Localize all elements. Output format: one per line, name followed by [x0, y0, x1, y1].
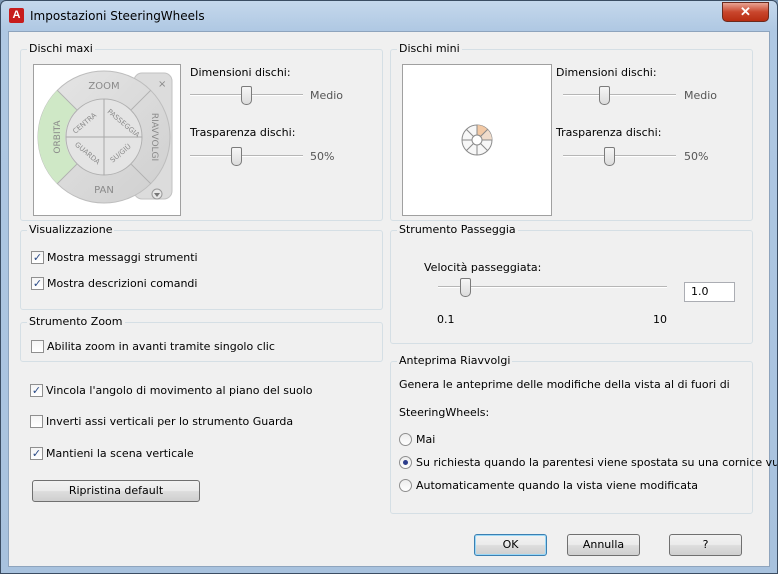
rewind-description-line2: SteeringWheels:: [399, 406, 490, 419]
show-tooltips-label: Mostra descrizioni comandi: [47, 277, 198, 290]
invert-look-checkbox[interactable]: [30, 415, 43, 428]
mini-wheels-label: Dischi mini: [397, 42, 462, 55]
mini-opacity-track[interactable]: [563, 155, 676, 157]
mini-opacity-value: 50%: [684, 150, 709, 163]
walk-speed-track[interactable]: [438, 286, 667, 288]
rewind-preview-label: Anteprima Riavvolgi: [397, 354, 513, 367]
walk-tool-label: Strumento Passeggia: [397, 223, 518, 236]
help-button[interactable]: ?: [669, 534, 742, 556]
close-button[interactable]: ✕: [722, 2, 769, 22]
mini-wheel-preview: [402, 64, 552, 216]
big-opacity-value: 50%: [310, 150, 335, 163]
mini-opacity-label: Trasparenza dischi:: [556, 126, 662, 139]
rewind-never-radio[interactable]: [399, 433, 412, 446]
rewind-on-demand-label: Su richiesta quando la parentesi viene s…: [416, 456, 778, 469]
wheel-zoom-label: ZOOM: [88, 81, 119, 92]
full-navigation-wheel-icon: ZOOM PAN ORBITA RIAVVOLGI CENTRA PASSEGG…: [37, 70, 173, 204]
big-size-slider-thumb[interactable]: [241, 86, 252, 105]
big-size-value: Medio: [310, 89, 344, 102]
wheel-close-icon: ×: [158, 79, 166, 90]
show-tool-messages-label: Mostra messaggi strumenti: [47, 251, 198, 264]
title-bar[interactable]: A Impostazioni SteeringWheels ✕: [1, 1, 777, 31]
keep-upright-checkbox[interactable]: ✓: [30, 447, 43, 460]
show-tooltips-checkbox[interactable]: ✓: [31, 277, 44, 290]
restore-defaults-button[interactable]: Ripristina default: [32, 480, 200, 502]
walk-tool-group: Strumento Passeggia Velocità passeggiata…: [390, 223, 753, 344]
dialog-window: A Impostazioni SteeringWheels ✕ Dischi m…: [0, 0, 778, 574]
invert-look-label: Inverti assi verticali per lo strumento …: [46, 415, 294, 428]
big-wheel-preview: ZOOM PAN ORBITA RIAVVOLGI CENTRA PASSEGG…: [33, 64, 181, 216]
zoom-tool-label: Strumento Zoom: [27, 315, 125, 328]
rewind-description-line1: Genera le anteprime delle modifiche dell…: [399, 378, 730, 391]
single-click-zoom-checkbox[interactable]: [31, 340, 44, 353]
mini-opacity-slider-thumb[interactable]: [603, 147, 615, 166]
autocad-icon: A: [9, 8, 24, 23]
constrain-orbit-checkbox[interactable]: ✓: [30, 384, 43, 397]
big-opacity-slider-thumb[interactable]: [230, 147, 242, 166]
wheel-rewind-label: RIAVVOLGI: [149, 113, 159, 161]
rewind-preview-group: Anteprima Riavvolgi Genera le anteprime …: [390, 354, 777, 514]
rewind-on-demand-radio[interactable]: [399, 456, 412, 469]
big-opacity-label: Trasparenza dischi:: [190, 126, 296, 139]
big-wheels-label: Dischi maxi: [27, 42, 95, 55]
rewind-automatic-radio[interactable]: [399, 479, 412, 492]
window-title: Impostazioni SteeringWheels: [30, 9, 205, 23]
walk-speed-max-label: 10: [653, 313, 667, 326]
mini-size-label: Dimensioni dischi:: [556, 66, 657, 79]
keep-upright-label: Mantieni la scena verticale: [46, 447, 194, 460]
wheel-orbit-label: ORBITA: [53, 120, 63, 154]
walk-speed-min-label: 0.1: [437, 313, 455, 326]
walk-speed-label: Velocità passeggiata:: [424, 261, 542, 274]
mini-size-value: Medio: [684, 89, 718, 102]
zoom-tool-group: Strumento Zoom Abilita zoom in avanti tr…: [20, 315, 383, 362]
show-tool-messages-checkbox[interactable]: ✓: [31, 251, 44, 264]
display-group: Visualizzazione ✓ Mostra messaggi strume…: [20, 223, 383, 310]
mini-size-slider-thumb[interactable]: [598, 86, 610, 105]
display-label: Visualizzazione: [27, 223, 115, 236]
dialog-client: Dischi maxi ZOOM PAN ORBITA RIAVVOLGI CE…: [8, 31, 777, 567]
walk-speed-slider-thumb[interactable]: [459, 278, 471, 297]
constrain-orbit-label: Vincola l'angolo di movimento al piano d…: [46, 384, 313, 397]
wheel-pan-label: PAN: [94, 185, 114, 196]
rewind-automatic-label: Automaticamente quando la vista viene mo…: [416, 479, 699, 492]
big-wheels-group: Dischi maxi ZOOM PAN ORBITA RIAVVOLGI CE…: [20, 42, 383, 221]
ok-button[interactable]: OK: [474, 534, 547, 556]
mini-size-track[interactable]: [563, 94, 676, 96]
walk-speed-input[interactable]: 1.0: [684, 282, 735, 302]
big-size-label: Dimensioni dischi:: [190, 66, 291, 79]
mini-wheel-icon: [461, 124, 493, 156]
single-click-zoom-label: Abilita zoom in avanti tramite singolo c…: [47, 340, 275, 353]
big-opacity-track[interactable]: [190, 155, 303, 157]
mini-wheels-group: Dischi mini Dimensioni dischi: Medio Tra…: [390, 42, 753, 221]
cancel-button[interactable]: Annulla: [567, 534, 640, 556]
rewind-never-label: Mai: [416, 433, 436, 446]
